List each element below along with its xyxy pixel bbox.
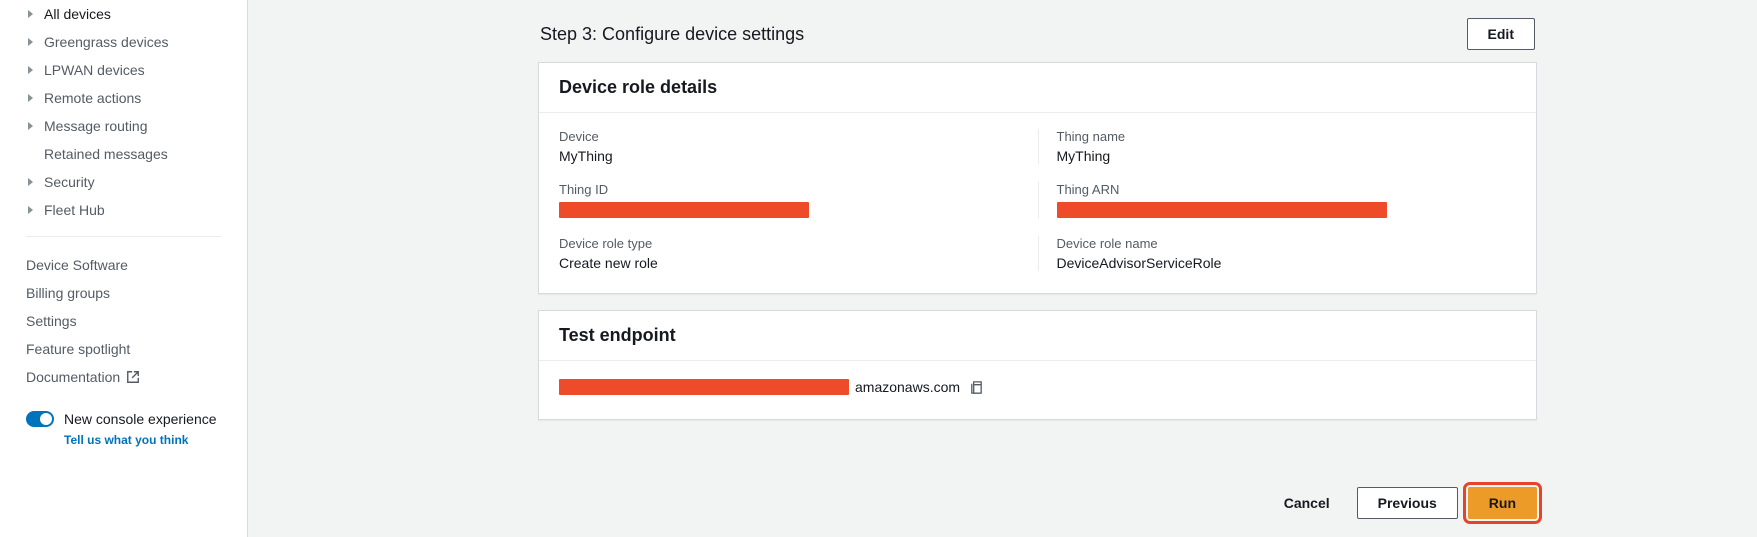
- sidebar-item-label: Greengrass devices: [44, 32, 235, 52]
- panel-title: Test endpoint: [559, 325, 1516, 346]
- sidebar-item-remote-actions[interactable]: Remote actions: [0, 84, 247, 112]
- toggle-label: New console experience: [64, 411, 217, 427]
- thing-id-value: [559, 201, 1038, 218]
- redacted-block: [559, 379, 849, 395]
- caret-right-icon: [26, 37, 36, 47]
- copy-icon: [969, 380, 984, 395]
- caret-right-icon: [26, 9, 36, 19]
- run-button[interactable]: Run: [1468, 487, 1537, 519]
- sidebar-item-security[interactable]: Security: [0, 168, 247, 196]
- thing-id-label: Thing ID: [559, 182, 1038, 197]
- caret-right-icon: [26, 177, 36, 187]
- device-role-name-value: DeviceAdvisorServiceRole: [1057, 255, 1517, 271]
- thing-arn-label: Thing ARN: [1057, 182, 1517, 197]
- copy-button[interactable]: [966, 377, 986, 397]
- new-console-toggle[interactable]: [26, 411, 54, 427]
- sidebar-item-label: Fleet Hub: [44, 200, 235, 220]
- sidebar-item-billing-groups[interactable]: Billing groups: [0, 279, 247, 307]
- sidebar-item-label: Message routing: [44, 116, 235, 136]
- step-title: Step 3: Configure device settings: [540, 24, 804, 45]
- sidebar-item-documentation[interactable]: Documentation: [0, 363, 247, 391]
- sidebar-divider: [26, 236, 221, 237]
- caret-right-icon: [26, 93, 36, 103]
- thing-name-label: Thing name: [1057, 129, 1517, 144]
- sidebar-item-message-routing[interactable]: Message routing: [0, 112, 247, 140]
- toggle-knob: [40, 413, 52, 425]
- previous-button[interactable]: Previous: [1357, 487, 1458, 519]
- device-label: Device: [559, 129, 1038, 144]
- sidebar-item-all-devices[interactable]: All devices: [0, 0, 247, 28]
- sidebar-item-settings[interactable]: Settings: [0, 307, 247, 335]
- sidebar-item-label: Settings: [26, 313, 77, 329]
- sidebar-item-label: Device Software: [26, 257, 128, 273]
- sidebar-item-retained-messages[interactable]: Retained messages: [0, 140, 247, 168]
- device-role-type-label: Device role type: [559, 236, 1038, 251]
- panel-title: Device role details: [559, 77, 1516, 98]
- redacted-block: [559, 202, 809, 218]
- sidebar-item-label: Security: [44, 172, 235, 192]
- sidebar-item-fleet-hub[interactable]: Fleet Hub: [0, 196, 247, 224]
- wizard-action-row: Cancel Previous Run: [1267, 487, 1537, 519]
- feedback-link[interactable]: Tell us what you think: [64, 433, 247, 447]
- thing-name-value: MyThing: [1057, 148, 1517, 164]
- sidebar-item-label: Documentation: [26, 369, 120, 385]
- device-role-name-label: Device role name: [1057, 236, 1517, 251]
- sidebar-item-device-software[interactable]: Device Software: [0, 251, 247, 279]
- caret-right-icon: [26, 65, 36, 75]
- external-link-icon: [126, 370, 140, 384]
- thing-arn-value: [1057, 201, 1517, 218]
- sidebar-item-label: Retained messages: [44, 144, 235, 164]
- sidebar-item-label: All devices: [44, 4, 235, 24]
- device-role-type-value: Create new role: [559, 255, 1038, 271]
- test-endpoint-panel: Test endpoint amazonaws.com: [538, 310, 1537, 420]
- main-content: Step 3: Configure device settings Edit D…: [248, 0, 1757, 537]
- sidebar-item-label: Remote actions: [44, 88, 235, 108]
- sidebar-item-label: Feature spotlight: [26, 341, 130, 357]
- device-value: MyThing: [559, 148, 1038, 164]
- device-role-details-panel: Device role details Device MyThing Thing…: [538, 62, 1537, 294]
- edit-button[interactable]: Edit: [1467, 18, 1535, 50]
- redacted-block: [1057, 202, 1387, 218]
- cancel-button[interactable]: Cancel: [1267, 487, 1347, 519]
- sidebar-item-label: Billing groups: [26, 285, 110, 301]
- sidebar-item-lpwan[interactable]: LPWAN devices: [0, 56, 247, 84]
- sidebar-item-label: LPWAN devices: [44, 60, 235, 80]
- caret-right-icon: [26, 205, 36, 215]
- sidebar-item-feature-spotlight[interactable]: Feature spotlight: [0, 335, 247, 363]
- endpoint-suffix: amazonaws.com: [855, 379, 960, 395]
- caret-right-icon: [26, 121, 36, 131]
- sidebar: All devices Greengrass devices LPWAN dev…: [0, 0, 248, 537]
- sidebar-item-greengrass[interactable]: Greengrass devices: [0, 28, 247, 56]
